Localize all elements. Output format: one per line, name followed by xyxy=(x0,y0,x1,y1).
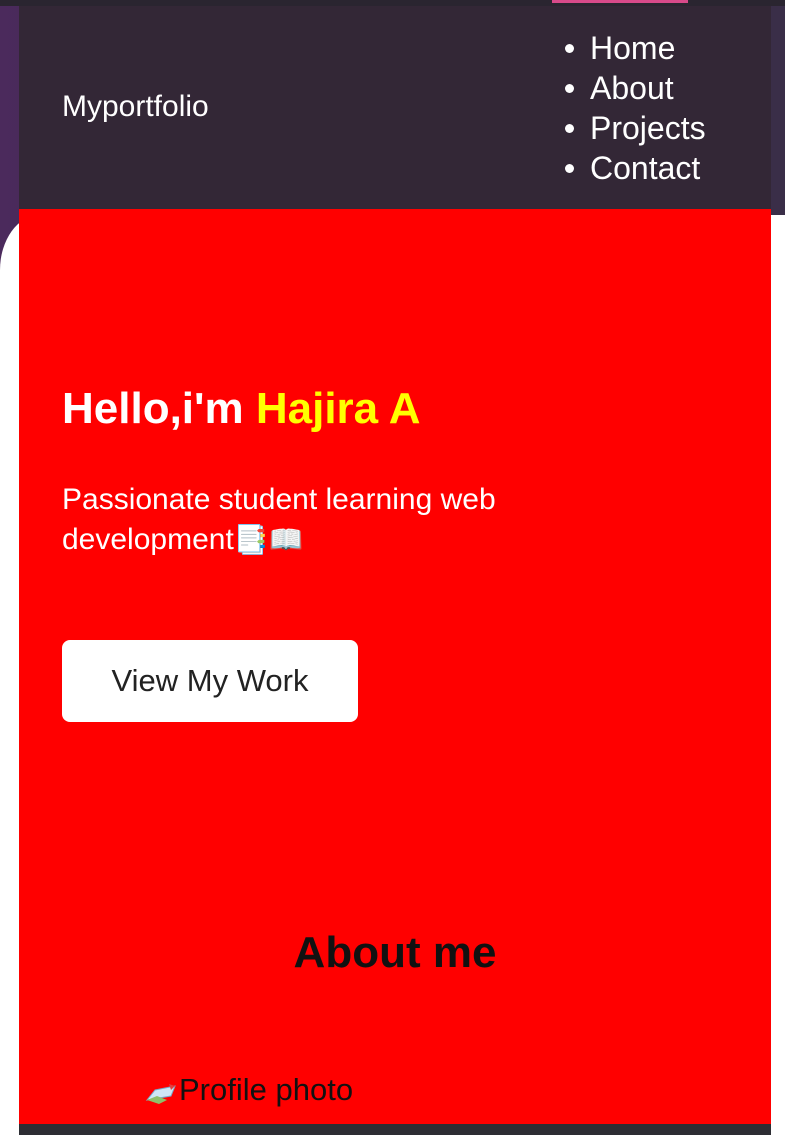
active-tab-indicator xyxy=(552,0,688,3)
brand-logo[interactable]: Myportfolio xyxy=(62,90,209,124)
hero-tagline: Passionate student learning web developm… xyxy=(62,480,582,560)
nav-item-projects[interactable]: Projects xyxy=(565,108,706,148)
about-title: About me xyxy=(293,928,497,977)
nav-item-about[interactable]: About xyxy=(565,68,706,108)
hero-section: Hello,i'm Hajira A Passionate student le… xyxy=(62,384,582,722)
nav-menu: Home About Projects Contact xyxy=(565,28,706,188)
nav-item-home[interactable]: Home xyxy=(565,28,706,68)
broken-image-icon xyxy=(145,1078,177,1104)
hero-greeting: Hello,i'm xyxy=(62,384,256,433)
bottom-bar xyxy=(0,1124,785,1135)
page-viewport: Myportfolio Home About Projects Contact … xyxy=(19,6,771,1124)
nav-item-contact[interactable]: Contact xyxy=(565,148,706,188)
view-my-work-button[interactable]: View My Work xyxy=(62,640,358,722)
navbar: Myportfolio Home About Projects Contact xyxy=(19,6,771,209)
hero-name: Hajira A xyxy=(255,384,421,433)
profile-photo-alt: Profile photo xyxy=(179,1072,354,1107)
bottom-bar-inner xyxy=(19,1124,771,1135)
profile-photo-broken: Profile photo xyxy=(145,1072,353,1108)
tagline-emoji: 📑📖 xyxy=(233,524,304,555)
hero-heading: Hello,i'm Hajira A xyxy=(62,384,582,434)
